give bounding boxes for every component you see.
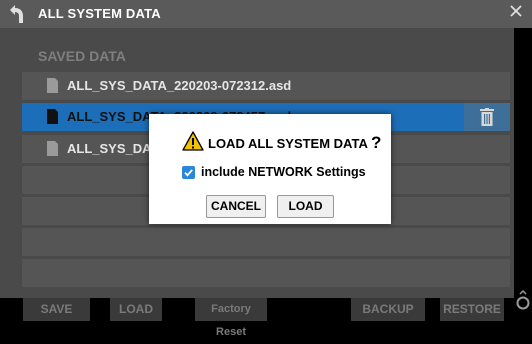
network-settings-checkbox[interactable] [182,166,195,179]
file-row[interactable]: ALL_SYS_DATA_220203-072312.asd [22,72,510,100]
load-confirm-dialog: LOAD ALL SYSTEM DATA ? include NETWORK S… [149,114,391,224]
saved-data-label: SAVED DATA [38,48,126,64]
title-bar: ALL SYSTEM DATA [0,0,532,28]
backup-button[interactable]: BACKUP [351,298,425,321]
warning-icon [182,131,204,151]
file-icon [47,109,58,124]
factory-reset-button[interactable]: Factory Reset [195,298,267,338]
checkmark-icon [184,169,193,177]
trash-icon [480,108,494,126]
dialog-load-button[interactable]: LOAD [277,195,334,218]
cancel-button[interactable]: CANCEL [206,195,266,218]
scroll-knob-icon[interactable] [516,290,530,312]
file-name: ALL_SYS_DATA_220203-072312.asd [67,78,292,93]
close-icon[interactable] [509,4,523,18]
empty-row[interactable] [22,228,510,256]
dialog-question-mark: ? [371,133,382,152]
load-button[interactable]: LOAD [110,298,162,321]
file-icon [47,141,58,156]
save-button[interactable]: SAVE [23,298,90,321]
empty-row[interactable] [22,259,510,287]
restore-button[interactable]: RESTORE [440,298,504,321]
delete-button[interactable] [464,103,510,131]
dialog-title: LOAD ALL SYSTEM DATA ? [208,133,381,153]
window-title: ALL SYSTEM DATA [38,6,161,21]
file-icon [47,78,58,93]
back-arrow-icon[interactable] [6,4,26,24]
network-settings-label: include NETWORK Settings [201,165,366,179]
dialog-title-text: LOAD ALL SYSTEM DATA [208,136,368,151]
